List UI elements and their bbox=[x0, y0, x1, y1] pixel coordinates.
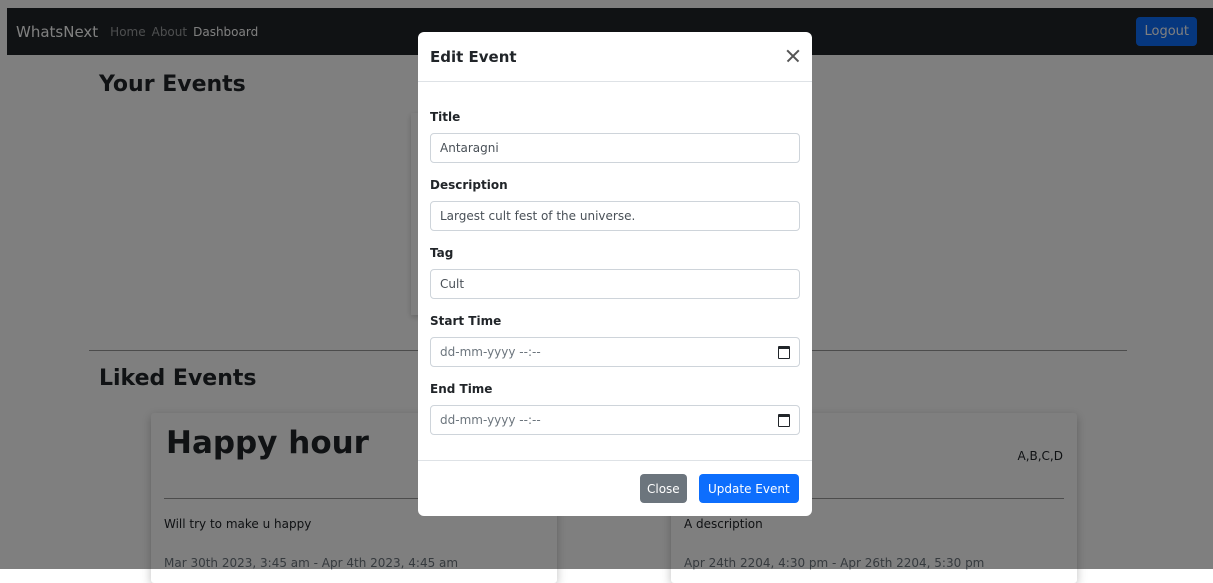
tag-input[interactable] bbox=[430, 269, 800, 299]
start-time-input[interactable]: dd-mm-yyyy --:-- bbox=[430, 337, 800, 367]
start-time-placeholder: dd-mm-yyyy --:-- bbox=[440, 345, 541, 359]
end-time-label: End Time bbox=[430, 382, 493, 396]
close-button[interactable]: Close bbox=[640, 474, 687, 503]
description-input[interactable] bbox=[430, 201, 800, 231]
modal-title: Edit Event bbox=[430, 48, 517, 66]
edit-event-modal: Edit Event Title Description Tag Start T… bbox=[418, 32, 812, 516]
modal-footer: Close Update Event bbox=[418, 460, 812, 516]
end-time-placeholder: dd-mm-yyyy --:-- bbox=[440, 413, 541, 427]
end-time-input[interactable]: dd-mm-yyyy --:-- bbox=[430, 405, 800, 435]
update-event-button[interactable]: Update Event bbox=[699, 474, 799, 503]
modal-header: Edit Event bbox=[418, 32, 812, 82]
calendar-icon[interactable] bbox=[778, 345, 790, 359]
calendar-icon[interactable] bbox=[778, 413, 790, 427]
description-label: Description bbox=[430, 178, 508, 192]
start-time-label: Start Time bbox=[430, 314, 502, 328]
title-label: Title bbox=[430, 110, 461, 124]
title-input[interactable] bbox=[430, 133, 800, 163]
tag-label: Tag bbox=[430, 246, 454, 260]
close-icon[interactable] bbox=[782, 45, 804, 67]
